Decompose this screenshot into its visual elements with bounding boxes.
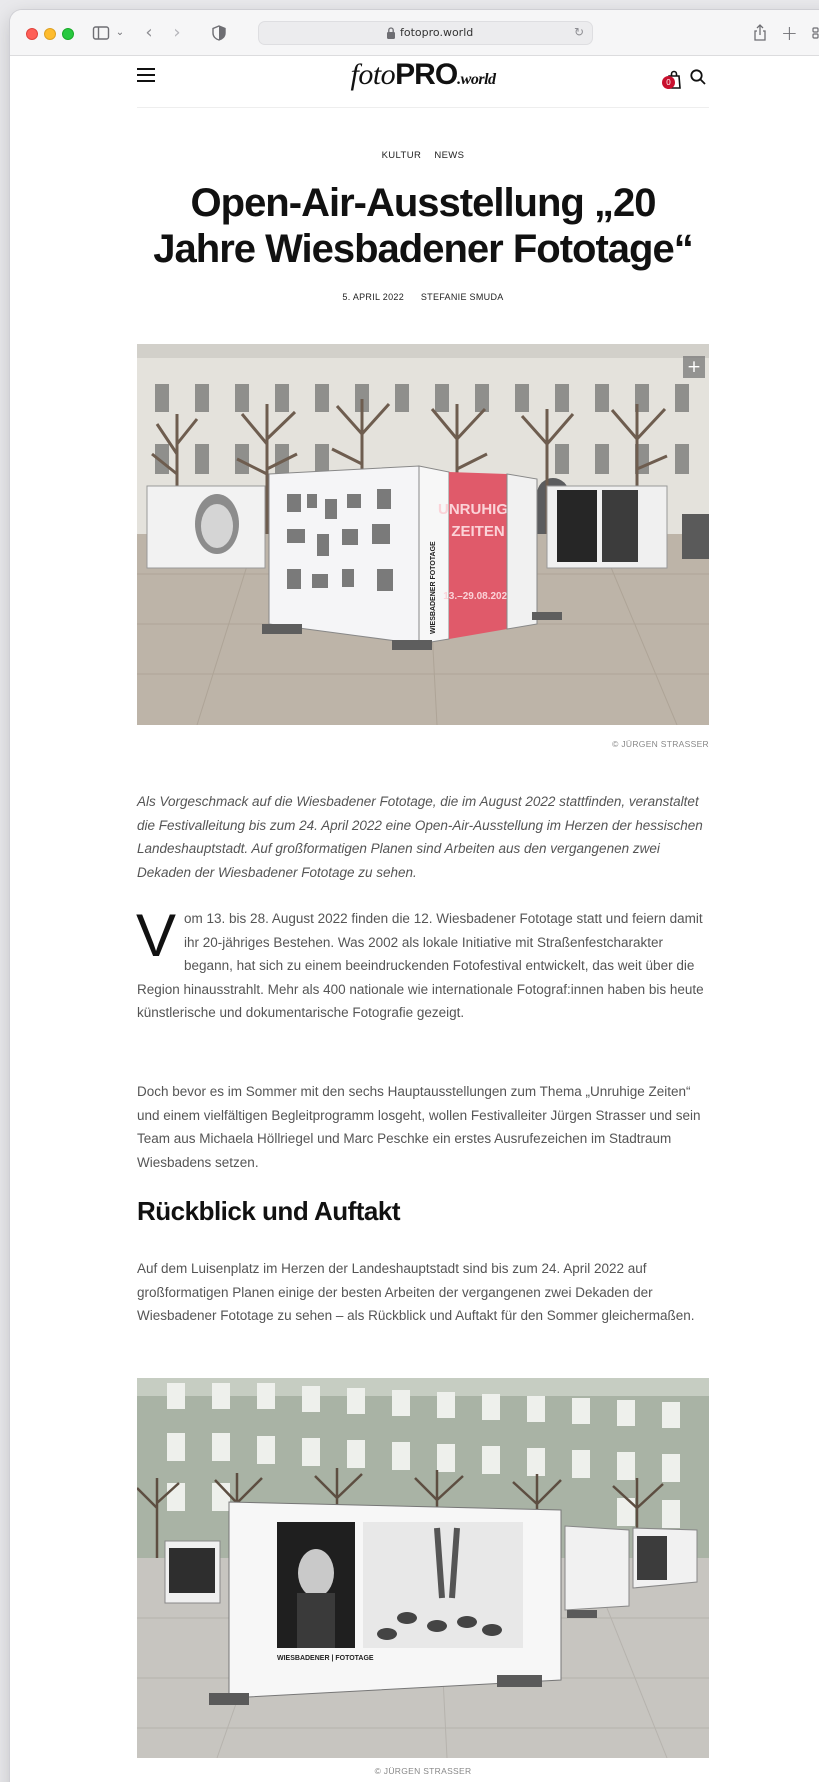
hero-banner-headline-1: UNRUHIGE xyxy=(438,501,518,518)
dropcap: V xyxy=(136,902,177,969)
sidebar-icon[interactable] xyxy=(92,22,110,44)
site-logo[interactable]: fotoPRO.world xyxy=(137,58,709,92)
address-bar[interactable]: fotopro.world ↻ xyxy=(258,21,593,45)
paragraph-1-text: om 13. bis 28. August 2022 finden die 12… xyxy=(137,911,704,1020)
fullscreen-window-button[interactable] xyxy=(62,28,74,40)
cart-icon[interactable]: 0 xyxy=(662,68,683,90)
hero-image[interactable]: UNRUHIGE ZEITEN 13.–29.08.2022 WIESBADEN… xyxy=(137,344,709,725)
article-lead: Als Vorgeschmack auf die Wiesbadener Fot… xyxy=(137,794,703,880)
chevron-down-icon[interactable]: ⌄ xyxy=(114,22,126,44)
tab-overview-icon[interactable] xyxy=(811,22,819,44)
category-news[interactable]: NEWS xyxy=(434,150,464,161)
new-tab-icon[interactable]: + xyxy=(781,22,798,44)
article-meta: 5. APRIL 2022 STEFANIE SMUDA xyxy=(137,292,709,302)
photo2-credit: © JÜRGEN STRASSER xyxy=(374,1766,472,1776)
category-list: KULTUR NEWS xyxy=(137,150,709,161)
logo-pro: PRO xyxy=(395,58,458,91)
article-paragraph-2: Doch bevor es im Sommer mit den sechs Ha… xyxy=(137,1084,701,1170)
back-icon[interactable]: ‹ xyxy=(142,22,156,44)
article-title: Open-Air-Ausstellung „20 Jahre Wiesbaden… xyxy=(153,181,693,271)
article-paragraph-3: Auf dem Luisenplatz im Herzen der Landes… xyxy=(137,1261,695,1323)
article-paragraph-1: Vom 13. bis 28. August 2022 finden die 1… xyxy=(136,902,709,1025)
url-text: fotopro.world xyxy=(400,26,474,39)
browser-window: ⌄ ‹ › fotopro.world ↻ + fotoPRO.world 0 xyxy=(10,10,819,1782)
hero-banner-dates: 13.–29.08.2022 xyxy=(443,591,513,602)
share-icon[interactable] xyxy=(752,22,768,44)
exhibition-photo[interactable]: WIESBADENER | FOTOTAGE xyxy=(137,1378,709,1758)
hero-image-credit: © JÜRGEN STRASSER xyxy=(612,739,709,749)
logo-foto: foto xyxy=(350,58,396,91)
article-author[interactable]: STEFANIE SMUDA xyxy=(421,292,504,302)
photo2-banner-brand: WIESBADENER | FOTOTAGE xyxy=(277,1655,374,1662)
expand-image-button[interactable]: + xyxy=(683,356,705,378)
category-kultur[interactable]: KULTUR xyxy=(382,150,422,161)
search-icon[interactable] xyxy=(689,68,707,86)
browser-toolbar: ⌄ ‹ › fotopro.world ↻ + xyxy=(10,10,819,56)
article-date: 5. APRIL 2022 xyxy=(342,292,405,302)
section-heading: Rückblick und Auftakt xyxy=(137,1196,401,1226)
cart-count-badge: 0 xyxy=(662,76,675,89)
site-header: fotoPRO.world 0 xyxy=(137,56,709,108)
hero-banner-brand: WIESBADENER FOTOTAGE xyxy=(430,541,437,634)
reload-icon[interactable]: ↻ xyxy=(574,25,584,39)
close-window-button[interactable] xyxy=(26,28,38,40)
hero-banner-headline-2: ZEITEN xyxy=(451,523,504,540)
forward-icon[interactable]: › xyxy=(170,22,184,44)
privacy-shield-icon[interactable] xyxy=(210,22,228,44)
logo-domain: .world xyxy=(457,71,496,88)
lock-icon xyxy=(387,27,395,39)
minimize-window-button[interactable] xyxy=(44,28,56,40)
